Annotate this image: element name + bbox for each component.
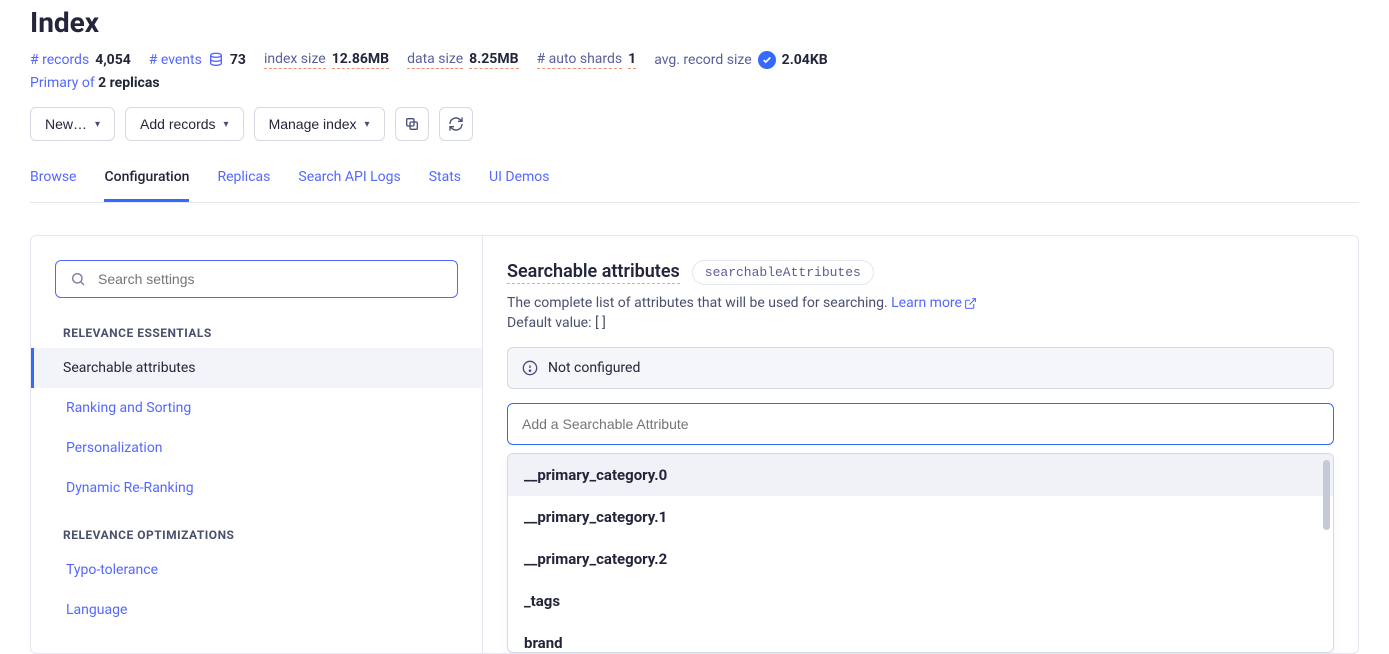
sidebar-item-typo-tolerance[interactable]: Typo-tolerance <box>55 550 458 590</box>
new-button-label: New… <box>45 116 87 132</box>
meta-records[interactable]: # records 4,054 <box>30 52 131 68</box>
dropdown-item[interactable]: __primary_category.2 <box>508 538 1333 580</box>
copy-icon <box>404 116 420 132</box>
meta-avg-record: avg. record size 2.04KB <box>654 51 827 69</box>
config-panel: RELEVANCE ESSENTIALS Searchable attribut… <box>30 235 1359 654</box>
scrollbar-thumb[interactable] <box>1323 460 1330 530</box>
chevron-down-icon: ▾ <box>224 119 229 130</box>
search-settings-field[interactable] <box>55 260 458 298</box>
meta-events-value: 73 <box>230 52 246 68</box>
section-description: The complete list of attributes that wil… <box>507 295 1334 311</box>
add-records-button[interactable]: Add records ▾ <box>125 107 244 141</box>
database-icon <box>208 52 224 68</box>
meta-events[interactable]: # events 73 <box>149 52 246 68</box>
api-param-chip: searchableAttributes <box>692 260 874 285</box>
desc-text: The complete list of attributes that wil… <box>507 295 891 311</box>
meta-index-size-value: 12.86MB <box>332 51 389 69</box>
meta-records-value: 4,054 <box>95 52 131 68</box>
refresh-button[interactable] <box>439 107 473 141</box>
tab-configuration[interactable]: Configuration <box>104 163 189 202</box>
dropdown-item[interactable]: brand <box>508 622 1333 653</box>
sidebar-item-ranking-sorting[interactable]: Ranking and Sorting <box>55 388 458 428</box>
primary-prefix: Primary of <box>30 75 98 91</box>
add-searchable-attribute-input[interactable] <box>507 403 1334 445</box>
default-label: Default value: <box>507 315 595 331</box>
check-badge-icon <box>758 51 776 69</box>
sidebar-item-personalization[interactable]: Personalization <box>55 428 458 468</box>
main-content: Searchable attributes searchableAttribut… <box>483 236 1358 653</box>
sidebar-item-dynamic-re-ranking[interactable]: Dynamic Re-Ranking <box>55 468 458 508</box>
tab-search-api-logs[interactable]: Search API Logs <box>298 163 400 202</box>
manage-index-label: Manage index <box>269 116 357 132</box>
default-value: [ ] <box>595 315 606 331</box>
info-icon <box>522 360 538 376</box>
tab-ui-demos[interactable]: UI Demos <box>489 163 549 202</box>
primary-bold: 2 replicas <box>98 75 159 91</box>
learn-more-link[interactable]: Learn more <box>891 295 977 311</box>
sidebar-item-language[interactable]: Language <box>55 590 458 630</box>
side-section-relevance-essentials: RELEVANCE ESSENTIALS <box>63 326 450 340</box>
meta-auto-shards-label: # auto shards <box>537 51 623 69</box>
meta-auto-shards: # auto shards 1 <box>537 51 637 69</box>
external-link-icon <box>964 297 977 310</box>
chevron-down-icon: ▾ <box>95 119 100 130</box>
copy-button[interactable] <box>395 107 429 141</box>
default-value-line: Default value: [ ] <box>507 315 1334 331</box>
meta-data-size-value: 8.25MB <box>469 51 518 69</box>
chevron-down-icon: ▾ <box>365 119 370 130</box>
dropdown-item[interactable]: __primary_category.0 <box>508 454 1333 496</box>
not-configured-notice: Not configured <box>507 347 1334 389</box>
tab-browse[interactable]: Browse <box>30 163 76 202</box>
side-section-relevance-optimizations: RELEVANCE OPTIMIZATIONS <box>63 528 450 542</box>
notice-text: Not configured <box>548 360 640 376</box>
meta-records-label: # records <box>30 52 89 68</box>
meta-events-label: # events <box>149 52 202 68</box>
section-header: Searchable attributes searchableAttribut… <box>507 260 1334 285</box>
tab-stats[interactable]: Stats <box>429 163 461 202</box>
dropdown-item[interactable]: _tags <box>508 580 1333 622</box>
add-records-label: Add records <box>140 116 215 132</box>
meta-avg-record-label: avg. record size <box>654 52 751 68</box>
manage-index-button[interactable]: Manage index ▾ <box>254 107 385 141</box>
search-icon <box>70 271 86 287</box>
index-meta-row: # records 4,054 # events 73 index size 1… <box>30 51 1359 69</box>
meta-avg-record-value: 2.04KB <box>782 52 828 68</box>
search-settings-input[interactable] <box>98 271 443 287</box>
meta-index-size: index size 12.86MB <box>264 51 389 69</box>
meta-auto-shards-value: 1 <box>628 51 636 69</box>
new-button[interactable]: New… ▾ <box>30 107 115 141</box>
refresh-icon <box>448 116 464 132</box>
primary-replicas-link[interactable]: Primary of 2 replicas <box>30 75 1359 91</box>
tab-bar: Browse Configuration Replicas Search API… <box>30 163 1359 203</box>
sidebar-item-searchable-attributes[interactable]: Searchable attributes <box>31 348 482 388</box>
settings-sidebar: RELEVANCE ESSENTIALS Searchable attribut… <box>31 236 483 653</box>
tab-replicas[interactable]: Replicas <box>217 163 270 202</box>
dropdown-item[interactable]: __primary_category.1 <box>508 496 1333 538</box>
meta-data-size: data size 8.25MB <box>407 51 518 69</box>
meta-data-size-label: data size <box>407 51 463 69</box>
page-title: Index <box>30 6 1359 39</box>
section-title: Searchable attributes <box>507 261 680 284</box>
attribute-dropdown: __primary_category.0 __primary_category.… <box>507 453 1334 653</box>
action-row: New… ▾ Add records ▾ Manage index ▾ <box>30 107 1359 141</box>
meta-index-size-label: index size <box>264 51 326 69</box>
